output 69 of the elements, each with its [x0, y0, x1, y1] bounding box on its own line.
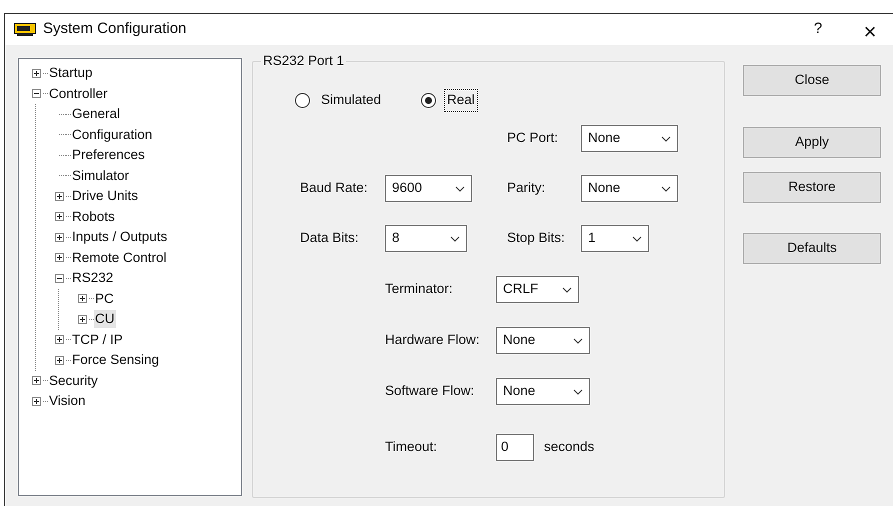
tree-item[interactable]: Drive Units — [71, 187, 140, 206]
dropdown[interactable]: 1 — [581, 225, 649, 252]
tree-item[interactable]: Controller — [48, 84, 109, 103]
expand-icon[interactable] — [32, 68, 40, 78]
dropdown[interactable]: 9600 — [385, 175, 472, 202]
tree-item[interactable]: Startup — [48, 64, 94, 82]
tree-item[interactable]: CU — [94, 310, 116, 328]
expand-icon[interactable] — [54, 356, 64, 365]
dropdown[interactable]: None — [581, 125, 678, 152]
radio-button[interactable] — [421, 93, 436, 108]
unit-label: seconds — [544, 438, 594, 456]
tree-item[interactable]: Security — [48, 372, 99, 390]
tree-item[interactable]: Robots — [71, 208, 116, 226]
expand-icon[interactable] — [54, 253, 64, 262]
field-label: Data Bits: — [300, 229, 360, 248]
tree-item[interactable]: RS232 — [71, 269, 114, 288]
collapse-icon[interactable] — [54, 274, 64, 283]
close-button[interactable]: × — [847, 14, 893, 44]
window-title: System Configuration — [43, 19, 186, 40]
dropdown[interactable]: None — [496, 378, 590, 405]
help-button[interactable]: ? — [795, 14, 841, 44]
dropdown[interactable]: None — [581, 175, 678, 202]
app-icon — [14, 22, 36, 36]
chevron-down-icon — [455, 186, 465, 192]
dialog-button[interactable]: Restore — [743, 172, 881, 203]
field-label: PC Port: — [507, 129, 560, 148]
tree-item[interactable]: General — [71, 105, 122, 124]
dropdown[interactable]: 8 — [385, 225, 467, 252]
field-label: Baud Rate: — [300, 179, 369, 198]
chevron-down-icon — [632, 236, 642, 242]
expand-icon[interactable] — [54, 335, 64, 344]
dropdown[interactable]: None — [496, 327, 590, 354]
expand-icon[interactable] — [32, 376, 40, 386]
dropdown[interactable]: CRLF — [496, 276, 579, 303]
expand-icon[interactable] — [54, 232, 64, 242]
dialog-button[interactable]: Close — [743, 65, 881, 96]
tree-item[interactable]: Remote Control — [71, 248, 168, 267]
radio-button[interactable] — [295, 93, 310, 108]
field-label: Parity: — [507, 179, 546, 198]
tree-item[interactable]: Configuration — [71, 126, 154, 144]
radio-label[interactable]: Simulated — [318, 89, 384, 112]
dialog-button[interactable]: Apply — [743, 127, 881, 158]
tree-item[interactable]: Force Sensing — [71, 351, 160, 370]
field-label: Terminator: — [385, 280, 454, 298]
expand-icon[interactable] — [32, 396, 40, 406]
chevron-down-icon — [573, 338, 583, 344]
field-label: Software Flow: — [385, 382, 476, 400]
expand-icon[interactable] — [54, 212, 64, 222]
tree-item[interactable]: Simulator — [71, 166, 130, 185]
chevron-down-icon — [450, 236, 460, 242]
dialog-button[interactable]: Defaults — [743, 233, 881, 264]
chevron-down-icon — [562, 286, 572, 292]
expand-icon[interactable] — [78, 294, 86, 304]
radio-label[interactable]: Real — [444, 89, 478, 112]
field-label: Timeout: — [385, 438, 438, 456]
chevron-down-icon — [661, 186, 671, 192]
tree-item[interactable]: Inputs / Outputs — [71, 228, 168, 246]
chevron-down-icon — [661, 136, 671, 142]
tree-item[interactable]: Vision — [48, 392, 87, 410]
field-label: Hardware Flow: — [385, 331, 481, 350]
collapse-icon[interactable] — [32, 89, 40, 98]
expand-icon[interactable] — [54, 192, 64, 201]
chevron-down-icon — [573, 388, 583, 394]
tree-item[interactable]: PC — [94, 290, 115, 308]
field-label: Stop Bits: — [507, 229, 566, 248]
tree-item[interactable]: Preferences — [71, 146, 146, 164]
tree-item[interactable]: TCP / IP — [71, 330, 124, 349]
timeout-field[interactable]: 0 — [496, 434, 534, 461]
expand-icon[interactable] — [78, 314, 86, 324]
